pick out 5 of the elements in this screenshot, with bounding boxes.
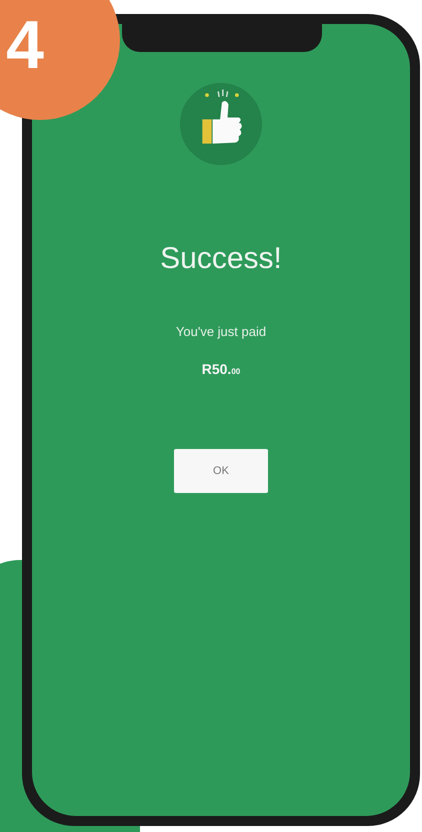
success-title: Success! [160,242,282,276]
payment-message: You've just paid [176,324,266,339]
step-badge: 4 [0,0,120,120]
ok-button[interactable]: OK [174,449,268,493]
thumbs-up-icon [179,82,263,166]
